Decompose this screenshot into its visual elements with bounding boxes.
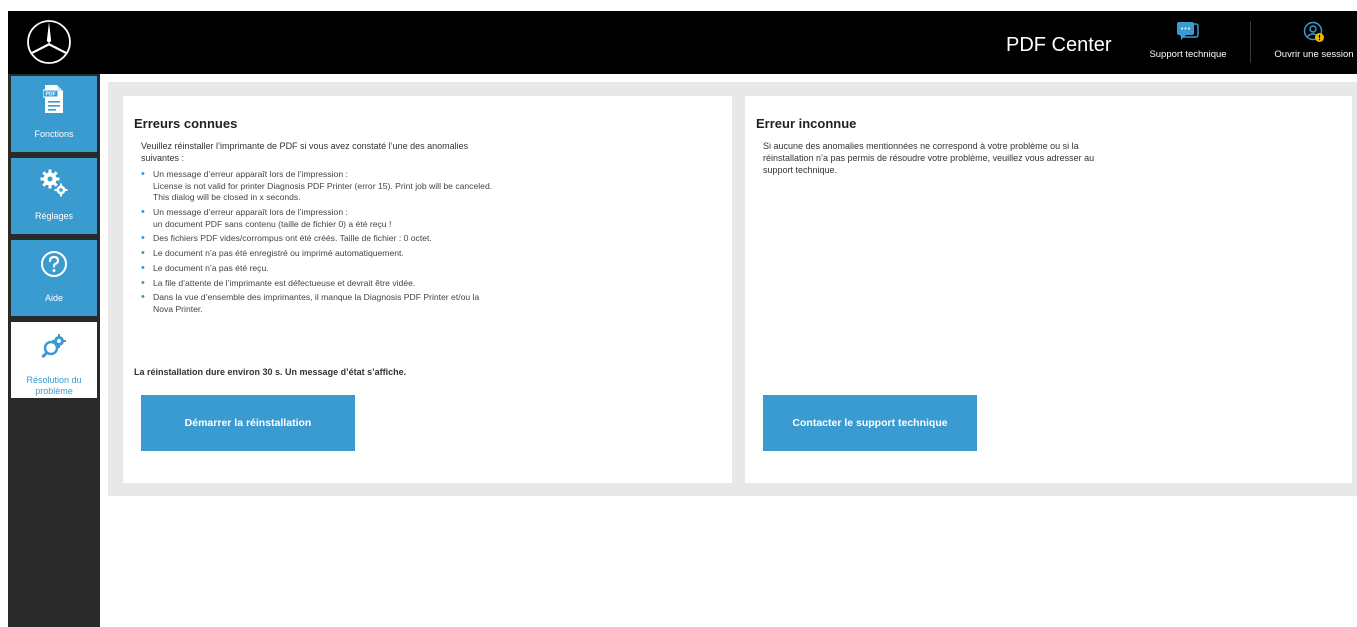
sidebar-item-fonctions[interactable]: PDF Fonctions bbox=[11, 76, 97, 152]
pdf-document-icon: PDF bbox=[43, 85, 63, 113]
sidebar-item-label: Réglages bbox=[34, 211, 74, 221]
support-button[interactable]: Support technique bbox=[1140, 21, 1236, 69]
sidebar-item-label: Aide bbox=[44, 293, 63, 303]
question-icon bbox=[41, 251, 67, 277]
list-item: Des fichiers PDF vides/corrompus ont été… bbox=[141, 233, 501, 245]
list-item: Un message d’erreur apparaît lors de l’i… bbox=[141, 169, 501, 204]
sidebar-item-reglages[interactable]: Réglages bbox=[11, 158, 97, 234]
mercedes-star-logo-icon bbox=[27, 20, 71, 64]
contact-support-button[interactable]: Contacter le support technique bbox=[763, 395, 977, 451]
sidebar-item-aide[interactable]: Aide bbox=[11, 240, 97, 316]
support-button-label: Support technique bbox=[1149, 49, 1227, 60]
header-divider bbox=[1250, 21, 1251, 63]
known-errors-panel: Erreurs connues Veuillez réinstaller l’i… bbox=[123, 96, 732, 483]
chat-bubble-icon bbox=[1177, 22, 1199, 40]
login-button-label: Ouvrir une session bbox=[1274, 49, 1354, 60]
app-title: PDF Center bbox=[1006, 34, 1112, 56]
user-warning-icon bbox=[1303, 21, 1324, 42]
reinstall-duration-note: La réinstallation dure environ 30 s. Un … bbox=[134, 367, 407, 377]
unknown-error-panel: Erreur inconnue Si aucune des anomalies … bbox=[745, 96, 1352, 483]
svg-text:PDF: PDF bbox=[46, 92, 56, 98]
known-errors-list: Un message d’erreur apparaît lors de l’i… bbox=[141, 169, 501, 319]
sidebar-item-label: Résolution du problème bbox=[26, 375, 82, 396]
unknown-error-title: Erreur inconnue bbox=[756, 116, 857, 131]
login-button[interactable]: Ouvrir une session bbox=[1266, 21, 1357, 69]
start-reinstall-button[interactable]: Démarrer la réinstallation bbox=[141, 395, 355, 451]
list-item: Dans la vue d’ensemble des imprimantes, … bbox=[141, 292, 501, 315]
unknown-error-text: Si aucune des anomalies mentionnées ne c… bbox=[763, 141, 1095, 175]
known-errors-intro: Veuillez réinstaller l’imprimante de PDF… bbox=[141, 141, 469, 163]
list-item: Le document n’a pas été reçu. bbox=[141, 263, 501, 275]
known-errors-title: Erreurs connues bbox=[134, 116, 238, 131]
magnifier-gear-icon bbox=[41, 334, 66, 359]
list-item: La file d’attente de l’imprimante est dé… bbox=[141, 278, 501, 290]
sidebar-item-label: Fonctions bbox=[34, 129, 74, 139]
gears-icon bbox=[40, 169, 68, 197]
sidebar-item-resolution[interactable]: Résolution du problème bbox=[11, 322, 97, 398]
list-item: Un message d’erreur apparaît lors de l’i… bbox=[141, 207, 501, 230]
top-bar: PDF Center Support technique Ouvrir une … bbox=[8, 11, 1357, 74]
sidebar: PDF Fonctions Réglages Aide Résolution d… bbox=[8, 74, 100, 627]
list-item: Le document n’a pas été enregistré ou im… bbox=[141, 248, 501, 260]
